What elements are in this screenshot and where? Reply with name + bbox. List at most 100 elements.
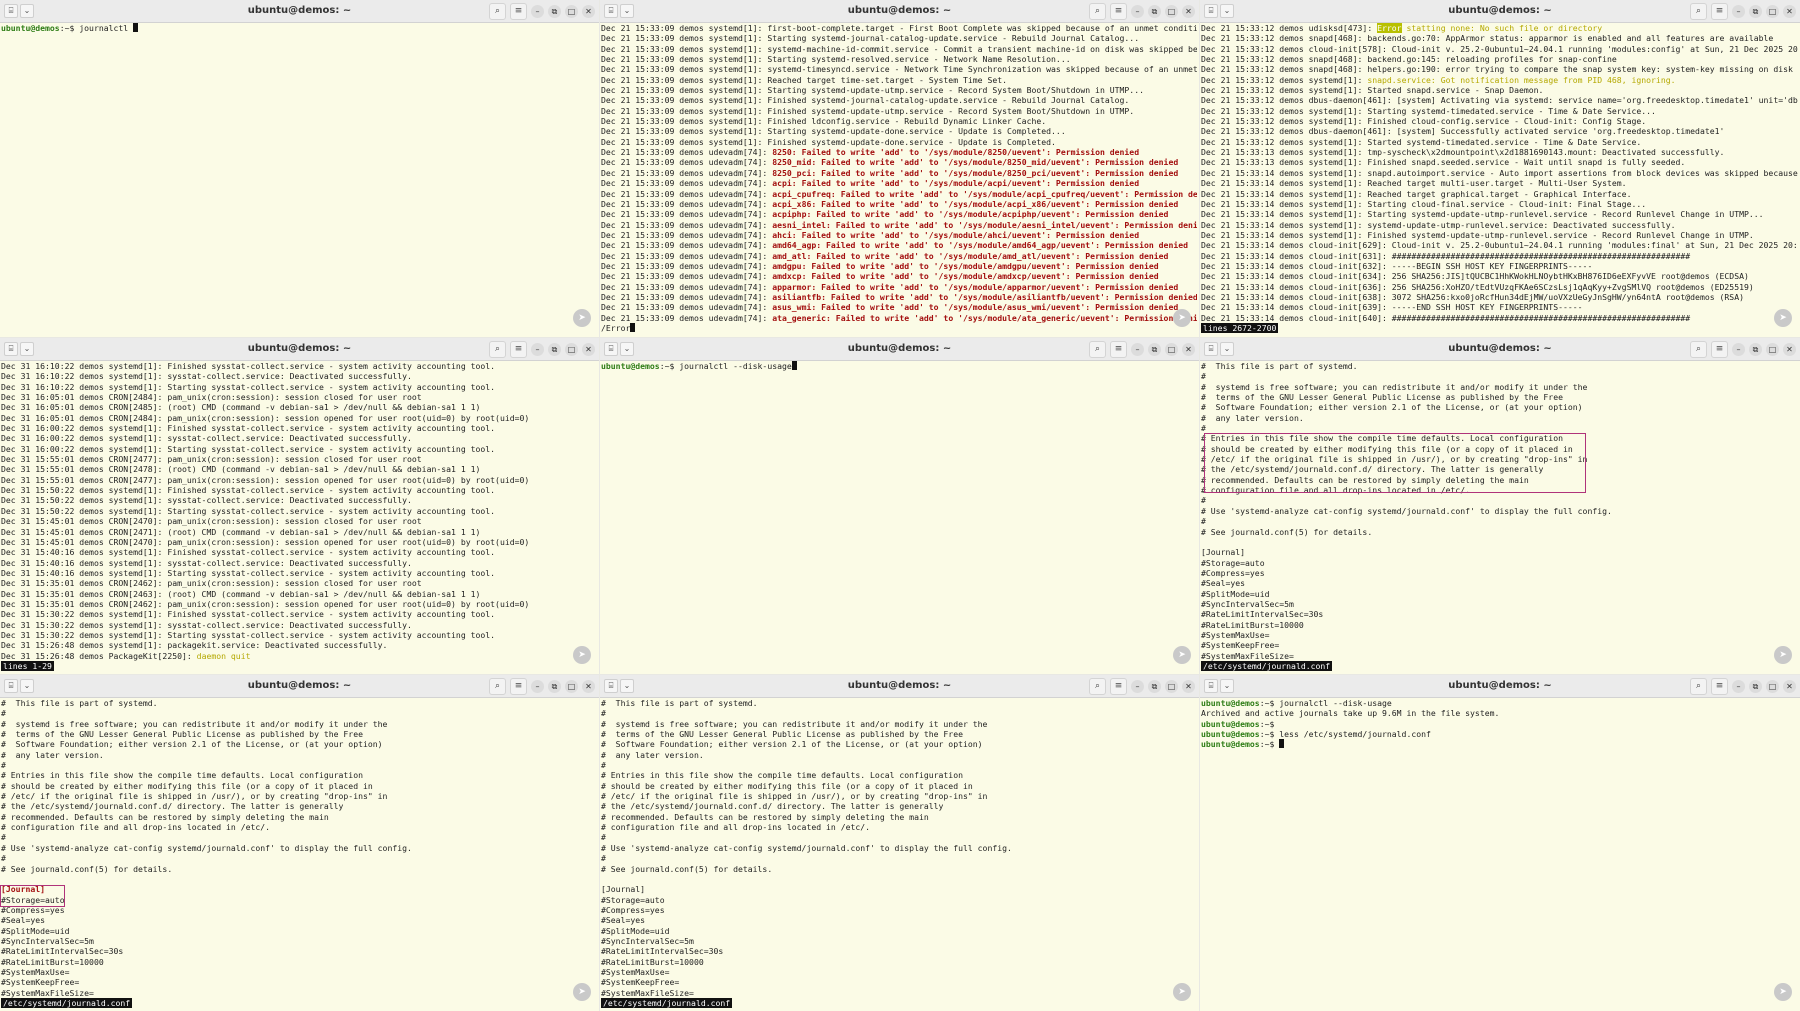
title-bar[interactable]: ⌸ ⌄ ubuntu@demos: ~ ⌕ ≡ – ⧉ □ ✕ xyxy=(600,338,1199,361)
close-icon[interactable]: ✕ xyxy=(582,343,595,356)
search-icon[interactable]: ⌕ xyxy=(1690,3,1707,20)
minimize-icon[interactable]: – xyxy=(531,680,544,693)
scroll-down-icon[interactable]: ➤ xyxy=(1173,309,1191,327)
terminal-pane[interactable]: ⌸ ⌄ ubuntu@demos: ~ ⌕ ≡ – ⧉ □ ✕ # This file is pa… xyxy=(600,675,1199,1011)
hamburger-menu-icon[interactable]: ≡ xyxy=(510,341,527,358)
maximize-icon[interactable]: □ xyxy=(565,680,578,693)
terminal-output[interactable]: # This file is part of systemd. # # system… xyxy=(1,698,597,1009)
minimize-icon[interactable]: – xyxy=(1732,5,1745,18)
minimize-icon[interactable]: – xyxy=(1131,680,1144,693)
terminal-output[interactable]: ubuntu@demos:~$ journalctl --disk-usage A… xyxy=(1201,698,1798,1009)
scroll-down-icon[interactable]: ➤ xyxy=(573,309,591,327)
close-icon[interactable]: ✕ xyxy=(1182,5,1195,18)
hamburger-menu-icon[interactable]: ≡ xyxy=(1711,678,1728,695)
terminal-pane[interactable]: ⌸ ⌄ ubuntu@demos: ~ ⌕ ≡ – ⧉ □ ✕ ubuntu@demos:~$ j… xyxy=(600,338,1199,674)
minimize-icon[interactable]: – xyxy=(531,343,544,356)
terminal-pane[interactable]: ⌸ ⌄ ubuntu@demos: ~ ⌕ ≡ – ⧉ □ ✕ # This file is pa… xyxy=(1200,338,1800,674)
maximize-icon[interactable]: □ xyxy=(1766,5,1779,18)
maximize-icon[interactable]: □ xyxy=(1766,343,1779,356)
terminal-output[interactable]: ubuntu@demos:~$ journalctl xyxy=(1,23,597,335)
search-icon[interactable]: ⌕ xyxy=(1690,341,1707,358)
title-bar[interactable]: ⌸ ⌄ ubuntu@demos: ~ ⌕ ≡ – ⧉ □ ✕ xyxy=(0,338,599,361)
search-icon[interactable]: ⌕ xyxy=(1089,3,1106,20)
restore-icon[interactable]: ⧉ xyxy=(1749,343,1762,356)
maximize-icon[interactable]: □ xyxy=(565,343,578,356)
line-text: Archived and active journals take up 9.6… xyxy=(1201,708,1500,719)
scroll-down-icon[interactable]: ➤ xyxy=(573,646,591,664)
hamburger-menu-icon[interactable]: ≡ xyxy=(510,678,527,695)
terminal-pane[interactable]: ⌸ ⌄ ubuntu@demos: ~ ⌕ ≡ – ⧉ □ ✕ Dec 31 16:10:22 d… xyxy=(0,338,599,674)
terminal-pane[interactable]: ⌸ ⌄ ubuntu@demos: ~ ⌕ ≡ – ⧉ □ ✕ ubuntu@demos:~$ j… xyxy=(0,0,599,337)
restore-icon[interactable]: ⧉ xyxy=(548,5,561,18)
restore-icon[interactable]: ⧉ xyxy=(1148,680,1161,693)
terminal-output[interactable]: # This file is part of systemd. # # system… xyxy=(1201,361,1798,672)
maximize-icon[interactable]: □ xyxy=(1165,343,1178,356)
pager-status: lines 1-29 xyxy=(1,660,54,672)
terminal-output[interactable]: Dec 21 15:33:09 demos systemd[1]: first-… xyxy=(601,23,1197,335)
close-icon[interactable]: ✕ xyxy=(1182,343,1195,356)
search-icon[interactable]: ⌕ xyxy=(1690,678,1707,695)
restore-icon[interactable]: ⧉ xyxy=(548,343,561,356)
line-text: Dec 21 15:33:09 demos udevadm[74]: xyxy=(601,229,773,240)
close-icon[interactable]: ✕ xyxy=(1783,680,1796,693)
close-icon[interactable]: ✕ xyxy=(1783,5,1796,18)
terminal-pane[interactable]: ⌸ ⌄ ubuntu@demos: ~ ⌕ ≡ – ⧉ □ ✕ Dec 21 15:33:12 d… xyxy=(1200,0,1800,337)
terminal-pane[interactable]: ⌸ ⌄ ubuntu@demos: ~ ⌕ ≡ – ⧉ □ ✕ ubuntu@demos:~$ j… xyxy=(1200,675,1800,1011)
scroll-down-icon[interactable]: ➤ xyxy=(1774,646,1792,664)
line-text: /Error xyxy=(601,322,631,333)
title-bar[interactable]: ⌸ ⌄ ubuntu@demos: ~ ⌕ ≡ – ⧉ □ ✕ xyxy=(0,0,599,23)
minimize-icon[interactable]: – xyxy=(1732,680,1745,693)
minimize-icon[interactable]: – xyxy=(1131,343,1144,356)
restore-icon[interactable]: ⧉ xyxy=(1749,680,1762,693)
close-icon[interactable]: ✕ xyxy=(582,5,595,18)
hamburger-menu-icon[interactable]: ≡ xyxy=(1110,341,1127,358)
terminal-output[interactable]: Dec 21 15:33:12 demos udisksd[473]: Erro… xyxy=(1201,23,1798,335)
close-icon[interactable]: ✕ xyxy=(1783,343,1796,356)
search-icon[interactable]: ⌕ xyxy=(1089,678,1106,695)
restore-icon[interactable]: ⧉ xyxy=(548,680,561,693)
search-icon[interactable]: ⌕ xyxy=(489,678,506,695)
search-icon[interactable]: ⌕ xyxy=(489,3,506,20)
hamburger-menu-icon[interactable]: ≡ xyxy=(1711,3,1728,20)
title-bar[interactable]: ⌸ ⌄ ubuntu@demos: ~ ⌕ ≡ – ⧉ □ ✕ xyxy=(600,675,1199,698)
title-bar[interactable]: ⌸ ⌄ ubuntu@demos: ~ ⌕ ≡ – ⧉ □ ✕ xyxy=(0,675,599,698)
minimize-icon[interactable]: – xyxy=(1732,343,1745,356)
terminal-line: Dec 21 15:33:09 demos udevadm[74]: appar… xyxy=(601,282,1197,292)
line-text: #Storage=auto xyxy=(1201,557,1265,568)
minimize-icon[interactable]: – xyxy=(531,5,544,18)
scroll-down-icon[interactable]: ➤ xyxy=(573,983,591,1001)
maximize-icon[interactable]: □ xyxy=(1165,5,1178,18)
terminal-line: Dec 31 15:30:22 demos systemd[1]: Finish… xyxy=(1,609,597,619)
maximize-icon[interactable]: □ xyxy=(1766,680,1779,693)
terminal-line: # recommended. Defaults can be restored … xyxy=(1,812,597,822)
hamburger-menu-icon[interactable]: ≡ xyxy=(1711,341,1728,358)
scroll-down-icon[interactable]: ➤ xyxy=(1173,646,1191,664)
terminal-output[interactable]: ubuntu@demos:~$ journalctl --disk-usage xyxy=(601,361,1197,672)
line-text: #SystemKeepFree= xyxy=(1201,640,1280,651)
terminal-pane[interactable]: ⌸ ⌄ ubuntu@demos: ~ ⌕ ≡ – ⧉ □ ✕ Dec 21 15:33:09 d… xyxy=(600,0,1199,337)
restore-icon[interactable]: ⧉ xyxy=(1148,5,1161,18)
title-bar[interactable]: ⌸ ⌄ ubuntu@demos: ~ ⌕ ≡ – ⧉ □ ✕ xyxy=(1200,0,1800,23)
restore-icon[interactable]: ⧉ xyxy=(1749,5,1762,18)
maximize-icon[interactable]: □ xyxy=(565,5,578,18)
scroll-down-icon[interactable]: ➤ xyxy=(1774,309,1792,327)
scroll-down-icon[interactable]: ➤ xyxy=(1173,983,1191,1001)
hamburger-menu-icon[interactable]: ≡ xyxy=(1110,3,1127,20)
maximize-icon[interactable]: □ xyxy=(1165,680,1178,693)
hamburger-menu-icon[interactable]: ≡ xyxy=(1110,678,1127,695)
line-text: Dec 21 15:33:14 demos cloud-init[629]: C… xyxy=(1201,240,1798,251)
scroll-down-icon[interactable]: ➤ xyxy=(1774,983,1792,1001)
title-bar[interactable]: ⌸ ⌄ ubuntu@demos: ~ ⌕ ≡ – ⧉ □ ✕ xyxy=(1200,675,1800,698)
title-bar[interactable]: ⌸ ⌄ ubuntu@demos: ~ ⌕ ≡ – ⧉ □ ✕ xyxy=(600,0,1199,23)
search-icon[interactable]: ⌕ xyxy=(1089,341,1106,358)
terminal-output[interactable]: # This file is part of systemd. # # system… xyxy=(601,698,1197,1009)
hamburger-menu-icon[interactable]: ≡ xyxy=(510,3,527,20)
terminal-pane[interactable]: ⌸ ⌄ ubuntu@demos: ~ ⌕ ≡ – ⧉ □ ✕ # This file is pa… xyxy=(0,675,599,1011)
restore-icon[interactable]: ⧉ xyxy=(1148,343,1161,356)
search-icon[interactable]: ⌕ xyxy=(489,341,506,358)
close-icon[interactable]: ✕ xyxy=(1182,680,1195,693)
terminal-output[interactable]: Dec 31 16:10:22 demos systemd[1]: Finish… xyxy=(1,361,597,672)
minimize-icon[interactable]: – xyxy=(1131,5,1144,18)
title-bar[interactable]: ⌸ ⌄ ubuntu@demos: ~ ⌕ ≡ – ⧉ □ ✕ xyxy=(1200,338,1800,361)
close-icon[interactable]: ✕ xyxy=(582,680,595,693)
